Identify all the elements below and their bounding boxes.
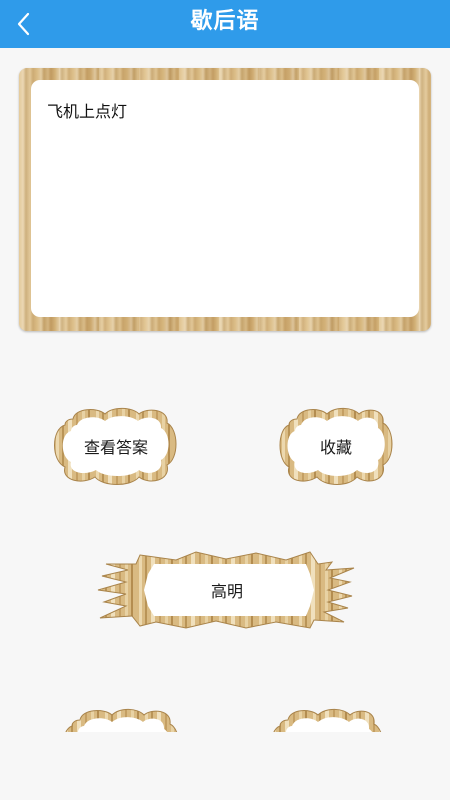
riddle-card: 飞机上点灯 (31, 80, 419, 317)
riddle-text: 飞机上点灯 (47, 102, 128, 121)
answer-text: 高明 (210, 582, 243, 601)
favorite-button[interactable]: 收藏 (279, 405, 393, 487)
answer-display: 高明 (96, 550, 358, 630)
app-header: 歇后语 (0, 0, 450, 48)
cloud-frame-icon (272, 708, 382, 734)
cloud-decoration-left (62, 706, 180, 734)
show-answer-button[interactable]: 查看答案 (53, 405, 179, 487)
riddle-board: 飞机上点灯 (19, 68, 431, 331)
cloud-frame-icon (64, 708, 178, 734)
cloud-decoration-right (270, 706, 384, 734)
favorite-label: 收藏 (319, 438, 352, 457)
bottom-mask (0, 732, 450, 800)
show-answer-label: 查看答案 (83, 438, 148, 457)
page-title: 歇后语 (190, 9, 260, 34)
